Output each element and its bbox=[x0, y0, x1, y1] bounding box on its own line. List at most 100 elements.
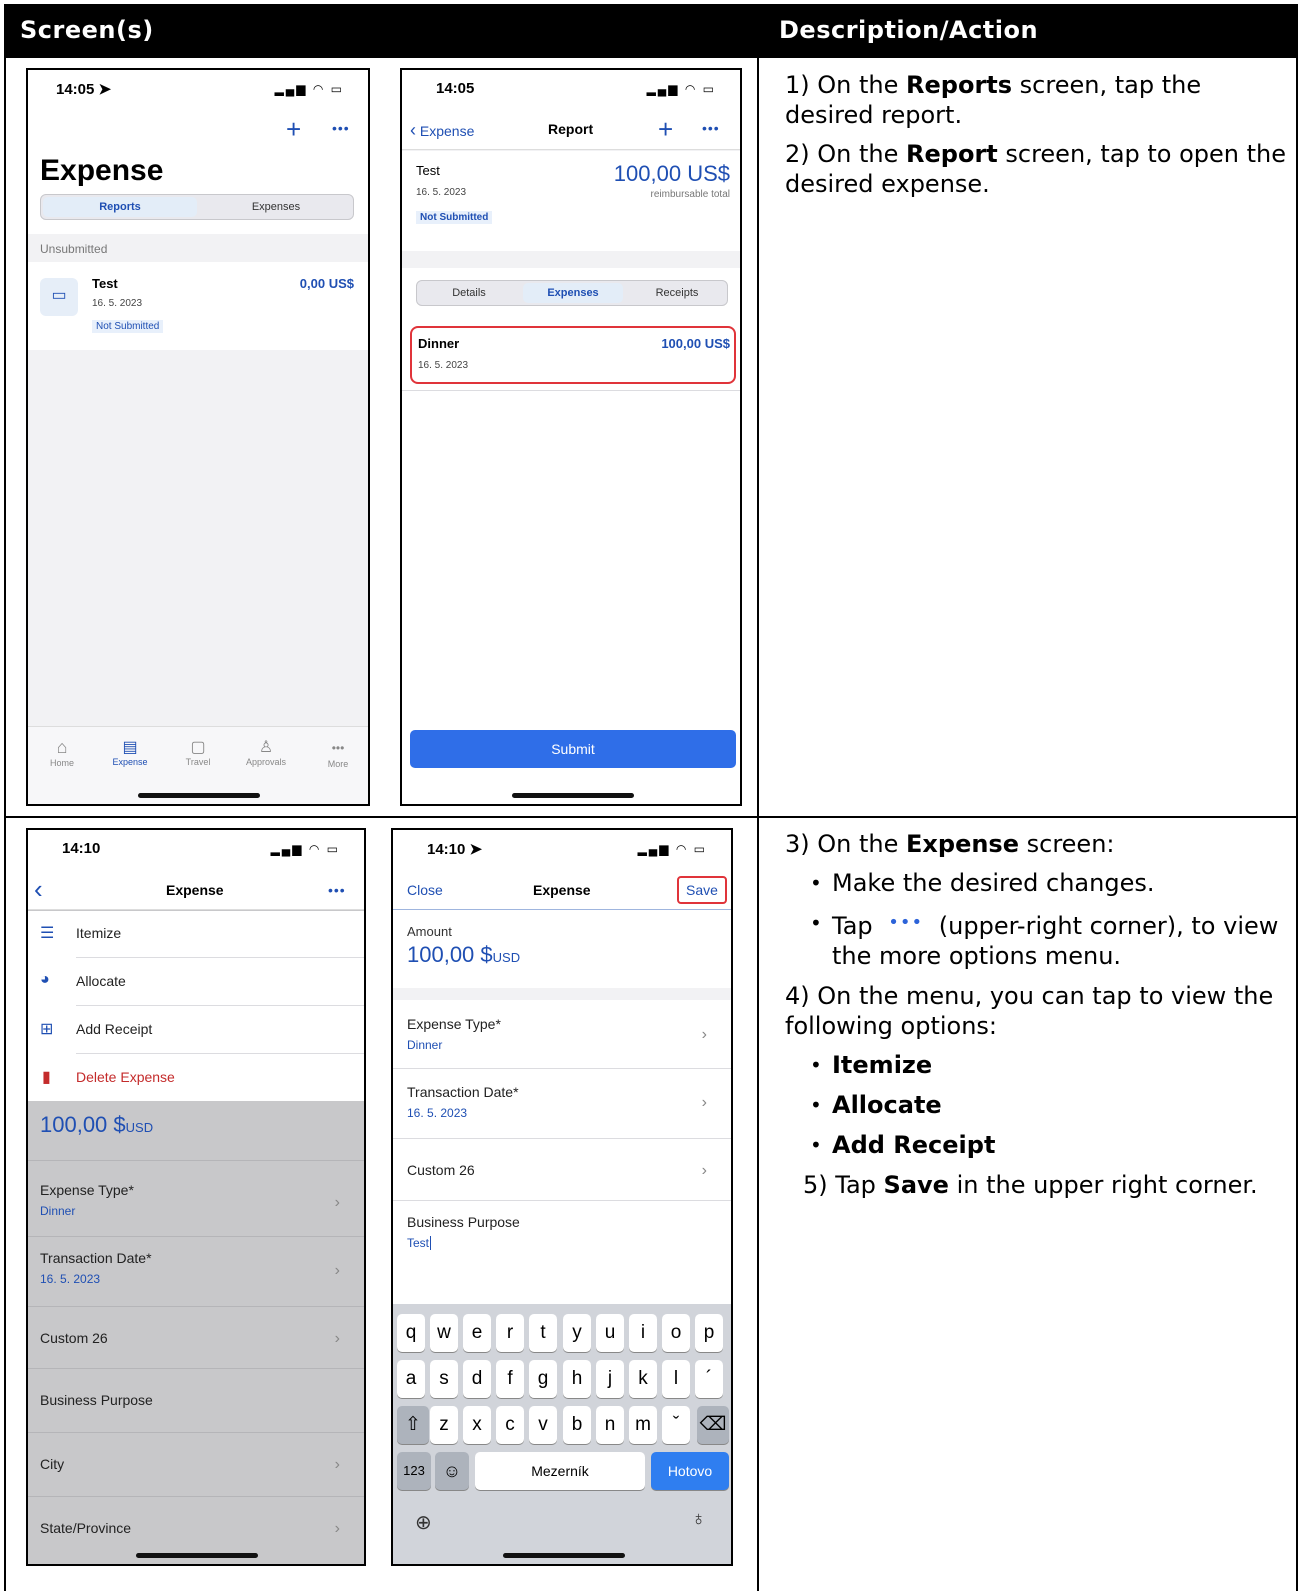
key-j[interactable]: j bbox=[596, 1360, 624, 1398]
amount-field[interactable]: 100,00 $USD bbox=[407, 942, 520, 968]
trash-icon: ▮ bbox=[42, 1069, 51, 1086]
field-business-purpose[interactable]: Business Purpose bbox=[28, 1370, 364, 1432]
key-s[interactable]: s bbox=[430, 1360, 458, 1398]
segment-reports[interactable]: Reports bbox=[43, 197, 197, 217]
globe-icon[interactable]: ⊕ bbox=[415, 1510, 432, 1535]
expense-icon: ▤ bbox=[122, 739, 138, 756]
key-u[interactable]: u bbox=[596, 1314, 624, 1352]
menu-item-itemize[interactable]: ☰ Itemize bbox=[28, 911, 364, 957]
microphone-icon[interactable]: ♁ bbox=[691, 1508, 706, 1531]
tab-travel[interactable]: ▢ Travel bbox=[178, 737, 218, 767]
key-caron[interactable]: ˇ bbox=[662, 1406, 690, 1444]
tab-more[interactable]: ••• More bbox=[318, 737, 358, 769]
key-h[interactable]: h bbox=[563, 1360, 591, 1398]
field-city[interactable]: City › bbox=[28, 1434, 364, 1496]
field-custom-26[interactable]: Custom 26 › bbox=[393, 1140, 731, 1200]
key-d[interactable]: d bbox=[463, 1360, 491, 1398]
key-k[interactable]: k bbox=[629, 1360, 657, 1398]
key-123[interactable]: 123 bbox=[397, 1452, 431, 1490]
menu-item-delete-expense[interactable]: ▮ Delete Expense bbox=[28, 1055, 364, 1101]
menu-item-allocate[interactable]: ◕ Allocate bbox=[28, 959, 364, 1005]
segment-expenses[interactable]: Expenses bbox=[523, 283, 623, 303]
option-add-receipt: Add Receipt bbox=[810, 1130, 1290, 1160]
key-t[interactable]: t bbox=[529, 1314, 557, 1352]
approvals-icon: ♙ bbox=[258, 739, 274, 756]
backspace-key-icon[interactable]: ⌫ bbox=[697, 1406, 729, 1444]
expense-amount: 100,00 US$ bbox=[661, 336, 730, 351]
key-e[interactable]: e bbox=[463, 1314, 491, 1352]
location-arrow-icon: ➤ bbox=[469, 841, 483, 858]
segment-receipts[interactable]: Receipts bbox=[627, 283, 727, 303]
field-expense-type[interactable]: Expense Type* Dinner › bbox=[393, 1002, 731, 1068]
more-icon[interactable]: ••• bbox=[332, 120, 350, 136]
save-button[interactable]: Save bbox=[677, 876, 727, 904]
list-icon: ☰ bbox=[40, 925, 55, 942]
segment-expenses[interactable]: Expenses bbox=[199, 197, 353, 217]
close-button[interactable]: Close bbox=[407, 882, 443, 898]
key-w[interactable]: w bbox=[430, 1314, 458, 1352]
field-expense-type[interactable]: Expense Type* Dinner › bbox=[28, 1170, 364, 1236]
chevron-right-icon: › bbox=[334, 1194, 340, 1211]
back-chevron-icon[interactable]: ‹ bbox=[34, 874, 43, 905]
key-a[interactable]: a bbox=[397, 1360, 425, 1398]
add-icon[interactable]: + bbox=[658, 114, 673, 145]
more-options-menu: ☰ Itemize ◕ Allocate ⊞ Add Receipt ▮ Delete … bbox=[28, 911, 364, 1101]
space-key[interactable]: Mezerník bbox=[475, 1452, 645, 1490]
back-button[interactable]: ‹ Expense bbox=[410, 120, 474, 141]
field-transaction-date[interactable]: Transaction Date* 16. 5. 2023 › bbox=[393, 1070, 731, 1138]
key-p[interactable]: p bbox=[695, 1314, 723, 1352]
more-icon[interactable]: ••• bbox=[328, 882, 346, 898]
report-list-item[interactable]: ▭ Test 16. 5. 2023 Not Submitted 0,00 US… bbox=[28, 262, 368, 350]
expense-list-item[interactable]: Dinner 16. 5. 2023 100,00 US$ bbox=[410, 326, 736, 384]
more-icon[interactable]: ••• bbox=[702, 120, 720, 136]
add-icon[interactable]: + bbox=[286, 114, 301, 145]
status-icons: ▂▄▆ ◠ ▭ bbox=[274, 82, 344, 96]
key-b[interactable]: b bbox=[563, 1406, 591, 1444]
step-4: 4) On the menu, you can tap to view the … bbox=[785, 982, 1274, 1040]
tab-approvals[interactable]: ♙ Approvals bbox=[240, 737, 292, 767]
key-acute[interactable]: ´ bbox=[695, 1360, 723, 1398]
chevron-right-icon: › bbox=[334, 1520, 340, 1537]
nav-title: Expense bbox=[533, 882, 591, 898]
business-purpose-input[interactable]: Test bbox=[407, 1236, 432, 1250]
segment-details[interactable]: Details bbox=[419, 283, 519, 303]
location-arrow-icon: ➤ bbox=[98, 81, 112, 98]
home-indicator bbox=[136, 1553, 258, 1558]
key-l[interactable]: l bbox=[662, 1360, 690, 1398]
key-n[interactable]: n bbox=[596, 1406, 624, 1444]
home-indicator bbox=[138, 793, 260, 798]
key-c[interactable]: c bbox=[496, 1406, 524, 1444]
key-g[interactable]: g bbox=[529, 1360, 557, 1398]
folder-icon: ▭ bbox=[40, 278, 78, 316]
status-icons: ▂▄▆ ◠ ▭ bbox=[270, 842, 340, 856]
key-f[interactable]: f bbox=[496, 1360, 524, 1398]
step-2: 2) On the Report screen, tap to open the… bbox=[785, 140, 1287, 198]
row-divider bbox=[4, 816, 1298, 818]
key-r[interactable]: r bbox=[496, 1314, 524, 1352]
key-y[interactable]: y bbox=[563, 1314, 591, 1352]
key-z[interactable]: z bbox=[430, 1406, 458, 1444]
status-bar: 14:05 ▂▄▆ ◠ ▭ bbox=[402, 70, 740, 114]
menu-item-add-receipt[interactable]: ⊞ Add Receipt bbox=[28, 1007, 364, 1053]
done-key[interactable]: Hotovo bbox=[651, 1452, 729, 1490]
option-itemize: Itemize bbox=[810, 1050, 1290, 1080]
step-3: 3) On the Expense screen: bbox=[785, 830, 1115, 858]
field-state-province[interactable]: State/Province › bbox=[28, 1498, 364, 1558]
key-x[interactable]: x bbox=[463, 1406, 491, 1444]
field-custom-26[interactable]: Custom 26 › bbox=[28, 1308, 364, 1368]
field-transaction-date[interactable]: Transaction Date* 16. 5. 2023 › bbox=[28, 1238, 364, 1306]
tab-expense[interactable]: ▤ Expense bbox=[108, 737, 152, 767]
shift-key-icon[interactable]: ⇧ bbox=[397, 1406, 429, 1444]
key-m[interactable]: m bbox=[629, 1406, 657, 1444]
submit-button[interactable]: Submit bbox=[410, 730, 736, 768]
row2-description: 3) On the Expense screen: Make the desir… bbox=[785, 829, 1290, 1209]
status-icons: ▂▄▆ ◠ ▭ bbox=[637, 842, 707, 856]
key-i[interactable]: i bbox=[629, 1314, 657, 1352]
key-v[interactable]: v bbox=[529, 1406, 557, 1444]
emoji-key-icon[interactable]: ☺ bbox=[435, 1452, 469, 1490]
phone-expense-edit-screen: 14:10 ➤ ▂▄▆ ◠ ▭ Close Expense Save Amoun… bbox=[391, 828, 733, 1566]
tab-home[interactable]: ⌂ Home bbox=[42, 737, 82, 768]
phone-expense-menu-screen: 14:10 ▂▄▆ ◠ ▭ ‹ Expense ••• ☰ Itemize ◕ Al… bbox=[26, 828, 366, 1566]
key-o[interactable]: o bbox=[662, 1314, 690, 1352]
key-q[interactable]: q bbox=[397, 1314, 425, 1352]
